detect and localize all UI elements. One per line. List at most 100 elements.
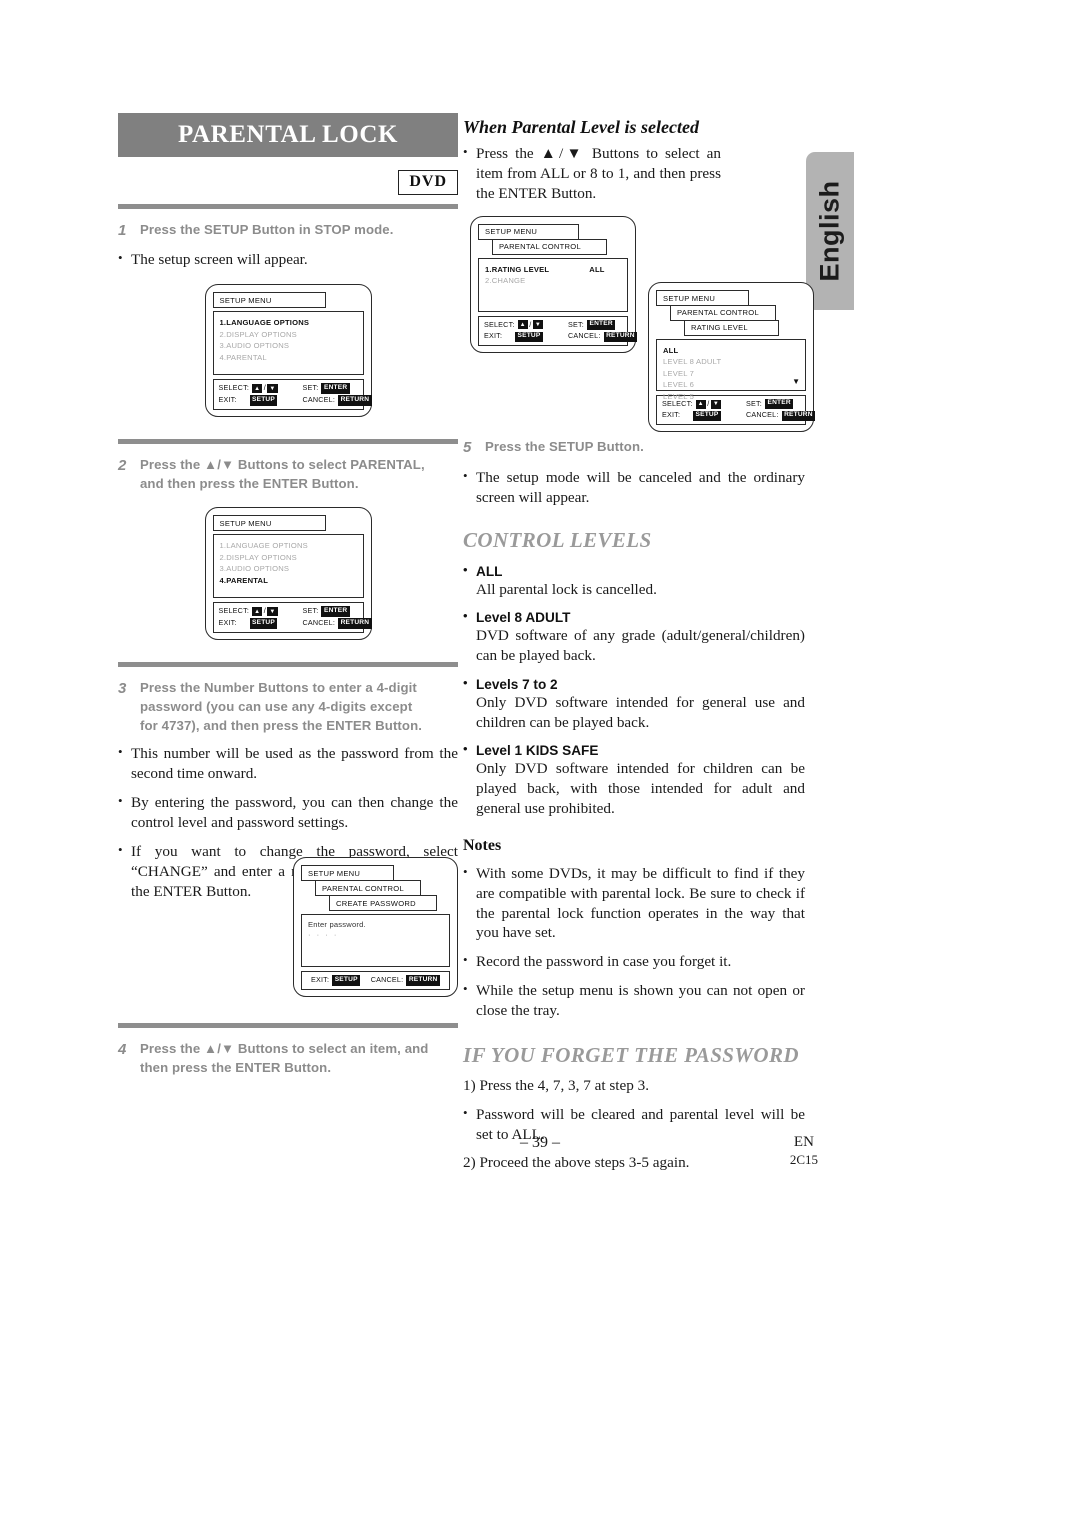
set-control: SET: ENTER	[303, 383, 350, 394]
screen-tabs: SETUP MENU	[212, 515, 364, 532]
down-arrow-icon[interactable]: ▼	[267, 384, 278, 394]
section-divider-1	[118, 203, 458, 209]
step-1-number: 1	[118, 221, 127, 239]
menu-item[interactable]: LEVEL 5	[663, 391, 799, 403]
cancel-label: CANCEL:	[568, 331, 601, 341]
step-5-bullet: The setup mode will be canceled and the …	[463, 467, 805, 508]
dvd-badge: DVD	[398, 170, 458, 195]
control-level-body: Only DVD software intended for children …	[476, 760, 805, 817]
manual-page: English PARENTAL LOCK DVD 1 Press the SE…	[0, 0, 1080, 1527]
return-key[interactable]: RETURN	[338, 618, 372, 629]
setup-key[interactable]: SETUP	[515, 331, 543, 342]
note-item: With some DVDs, it may be difficult to f…	[463, 863, 805, 944]
control-level-title: Level 8 ADULT	[463, 608, 805, 625]
up-arrow-icon[interactable]: ▲	[252, 384, 263, 394]
control-level-title: Level 1 KIDS SAFE	[463, 741, 805, 758]
menu-item[interactable]: 3.AUDIO OPTIONS	[220, 563, 357, 575]
exit-control: EXIT: SETUP	[219, 618, 303, 629]
control-bar-row: EXIT: SETUP CANCEL: RETURN	[662, 410, 816, 422]
down-arrow-icon[interactable]: ▼	[532, 320, 544, 330]
tab-parental-control: PARENTAL CONTROL	[315, 880, 421, 897]
step-5-text: Press the SETUP Button.	[485, 439, 644, 455]
forget-password-line-2: 2) Proceed the above steps 3-5 again.	[463, 1153, 690, 1171]
select-control: SELECT: ▲ / ▼	[219, 606, 303, 617]
screen-tabs: SETUP MENU PARENTAL CONTROL RATING LEVEL	[656, 290, 806, 336]
menu-item[interactable]: 1.LANGUAGE OPTIONS	[220, 317, 357, 329]
select-control: SELECT: ▲ / ▼	[219, 383, 303, 394]
set-label: SET:	[568, 319, 584, 329]
left-column: PARENTAL LOCK DVD 1 Press the SETUP Butt…	[118, 113, 458, 1077]
cancel-control: CANCEL: RETURN	[746, 410, 816, 422]
cancel-control: CANCEL: RETURN	[568, 331, 638, 342]
down-arrow-icon[interactable]: ▼	[267, 607, 278, 617]
step-3-line-2: password (you can use any 4-digits excep…	[140, 698, 413, 714]
menu-item[interactable]: 1.LANGUAGE OPTIONS	[220, 540, 357, 552]
menu-item[interactable]: 1.RATING LEVEL ALL	[485, 264, 621, 276]
enter-key[interactable]: ENTER	[321, 606, 350, 617]
step-4: 4 Press the ▲/▼ Buttons to select an ite…	[118, 1039, 458, 1077]
cancel-label: CANCEL:	[370, 975, 404, 985]
menu-item-label: 1.RATING LEVEL	[485, 264, 550, 274]
media-badge-row: DVD	[118, 170, 458, 195]
setup-key[interactable]: SETUP	[249, 395, 278, 406]
control-bar-row: SELECT: ▲ / ▼ SET: ENTER	[484, 320, 622, 331]
heading-when-parental-level-selected: When Parental Level is selected	[463, 117, 699, 137]
screen-control-bar: EXIT: SETUP CANCEL: RETURN	[301, 971, 450, 990]
return-key[interactable]: RETURN	[338, 395, 372, 406]
step-5: 5 Press the SETUP Button.	[463, 437, 805, 459]
enter-key[interactable]: ENTER	[321, 383, 350, 394]
up-arrow-icon[interactable]: ▲	[252, 607, 263, 617]
language-tab-label: English	[814, 180, 845, 282]
step-4-line-1: Press the ▲/▼ Buttons to select an item,…	[140, 1040, 429, 1056]
menu-item[interactable]: LEVEL 6	[663, 379, 799, 391]
tab-setup-menu: SETUP MENU	[301, 865, 394, 882]
return-key[interactable]: RETURN	[603, 331, 638, 342]
return-key[interactable]: RETURN	[406, 975, 440, 986]
control-bar-row: EXIT: SETUP CANCEL: RETURN	[219, 395, 372, 406]
menu-item[interactable]: 4.PARENTAL	[220, 575, 357, 587]
exit-label: EXIT:	[484, 331, 503, 341]
step-2-line-1: Press the ▲/▼ Buttons to select PARENTAL…	[140, 456, 425, 472]
step-3-line-3: for 4737), and then press the ENTER Butt…	[140, 718, 423, 733]
tab-rating-level: RATING LEVEL	[684, 319, 779, 336]
screen-control-bar: SELECT: ▲ / ▼ SET: ENTER EXIT: SETUP CAN…	[212, 602, 372, 633]
menu-item[interactable]: LEVEL 7	[663, 368, 799, 380]
select-label: SELECT:	[484, 319, 515, 329]
password-prompt: Enter password.	[308, 920, 366, 930]
screen-body: 1.LANGUAGE OPTIONS 2.DISPLAY OPTIONS 3.A…	[212, 534, 364, 599]
tab-setup-menu: SETUP MENU	[478, 223, 579, 240]
menu-item[interactable]: ALL	[663, 345, 799, 357]
control-level-title: Levels 7 to 2	[463, 675, 805, 692]
step-4-number: 4	[118, 1040, 127, 1058]
enter-key[interactable]: ENTER	[586, 319, 616, 331]
menu-item[interactable]: LEVEL 8 ADULT	[663, 356, 799, 368]
setup-key[interactable]: SETUP	[332, 975, 361, 986]
control-bar-row: SELECT: ▲ / ▼ SET: ENTER	[219, 606, 358, 617]
footer-page-number: – 39 –	[520, 1134, 560, 1151]
return-key[interactable]: RETURN	[781, 410, 816, 422]
scroll-down-icon[interactable]: ▼	[792, 377, 800, 386]
screen-body: Enter password. · · · ·	[301, 914, 450, 968]
tab-setup-menu: SETUP MENU	[212, 292, 326, 309]
exit-label: EXIT:	[218, 617, 237, 627]
menu-item[interactable]: 4.PARENTAL	[220, 352, 357, 364]
when-parental-bullet: Press the ▲/▼ Buttons to select an item …	[463, 143, 721, 204]
footer-document-code: 2C15	[789, 1151, 818, 1167]
control-bar-row: SELECT: ▲ / ▼ SET: ENTER	[219, 383, 358, 394]
menu-item[interactable]: 3.AUDIO OPTIONS	[220, 340, 357, 352]
screen-setup-menu-1: SETUP MENU 1.LANGUAGE OPTIONS 2.DISPLAY …	[204, 284, 372, 417]
setup-key[interactable]: SETUP	[693, 410, 721, 422]
up-arrow-icon[interactable]: ▲	[517, 320, 528, 330]
tab-setup-menu: SETUP MENU	[212, 515, 326, 532]
tab-parental-control: PARENTAL CONTROL	[670, 304, 776, 321]
setup-key[interactable]: SETUP	[249, 618, 278, 629]
set-control: SET: ENTER	[568, 319, 616, 331]
menu-item[interactable]: 2.DISPLAY OPTIONS	[220, 329, 357, 341]
cancel-label: CANCEL:	[302, 617, 336, 627]
forget-password-line-1: 1) Press the 4, 7, 3, 7 at step 3.	[463, 1077, 650, 1095]
step-4-line-2: then press the ENTER Button.	[140, 1060, 332, 1076]
step-1: 1 Press the SETUP Button in STOP mode.	[118, 220, 458, 242]
control-bar-row: EXIT: SETUP CANCEL: RETURN	[307, 975, 444, 986]
menu-item[interactable]: 2.DISPLAY OPTIONS	[220, 552, 357, 564]
menu-item[interactable]: 2.CHANGE	[485, 275, 621, 287]
